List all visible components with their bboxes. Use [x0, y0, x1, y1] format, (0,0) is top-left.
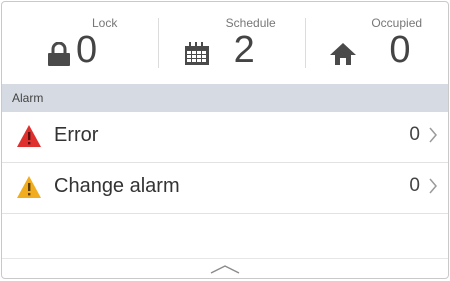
expand-handle[interactable]	[2, 258, 448, 278]
alarm-panel: Lock 0 Schedule 2 Occupied 0 Alarm Error…	[1, 1, 449, 279]
alarm-row-change-alarm[interactable]: Change alarm 0	[2, 163, 448, 214]
status-lock[interactable]: Lock 0	[2, 2, 151, 82]
alarm-row-error[interactable]: Error 0	[2, 112, 448, 163]
alarm-section-header: Alarm	[2, 84, 448, 112]
chevron-right-icon	[428, 126, 438, 149]
alarm-row-count: 0	[409, 124, 420, 145]
calendar-icon	[184, 42, 210, 71]
schedule-count: 2	[233, 29, 255, 71]
error-warning-icon	[16, 124, 42, 153]
alarm-row-label: Change alarm	[54, 175, 180, 197]
house-icon	[329, 42, 357, 71]
alarm-row-count: 0	[409, 175, 420, 196]
lock-count: 0	[76, 29, 98, 71]
status-bar: Lock 0 Schedule 2 Occupied 0	[2, 2, 448, 82]
occupied-count: 0	[389, 29, 411, 71]
alarm-row-label: Error	[54, 124, 99, 146]
chevron-right-icon	[428, 177, 438, 200]
status-schedule[interactable]: Schedule 2	[151, 2, 300, 82]
alarm-section-title: Alarm	[12, 91, 44, 105]
padlock-icon	[46, 41, 72, 71]
status-occupied[interactable]: Occupied 0	[299, 2, 448, 82]
chevron-up-icon	[210, 265, 240, 274]
caution-warning-icon	[16, 175, 42, 204]
